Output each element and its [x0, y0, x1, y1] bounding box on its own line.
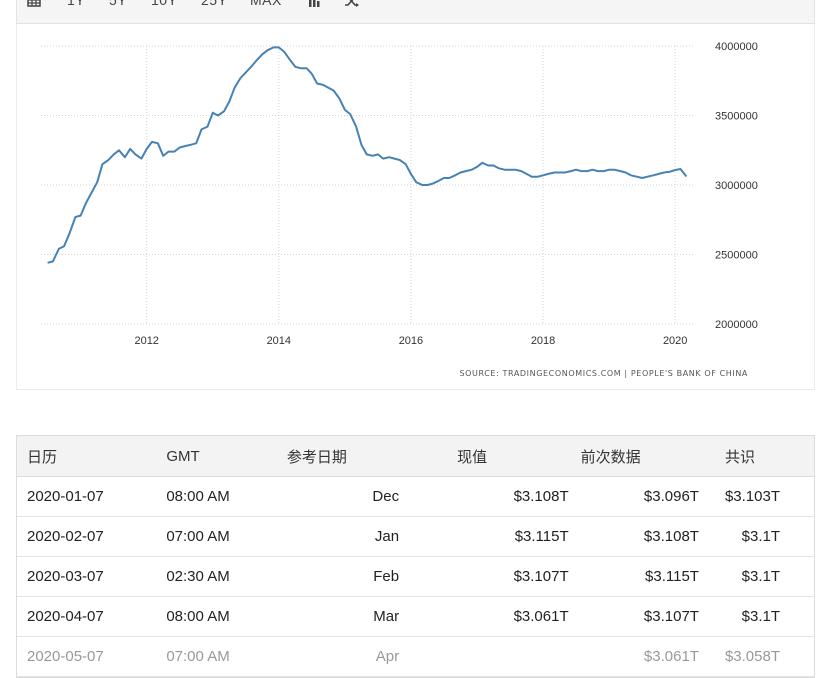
- x-tick-label: 2016: [399, 335, 423, 347]
- table-row: 2020-04-07 08:00 AM Mar $3.061T $3.107T …: [17, 596, 814, 637]
- table-icon[interactable]: [27, 0, 41, 13]
- table-row: 2020-05-07 07:00 AM Apr $3.061T $3.058T: [17, 636, 814, 677]
- calendar-table: 日历 GMT 参考日期 现值 前次数据 共识 2020-01-07 08:00 …: [16, 435, 815, 678]
- range-max-button[interactable]: MAX: [250, 0, 282, 8]
- cell-reference: Feb: [286, 556, 458, 597]
- header-actual: 现值: [457, 436, 581, 477]
- cell-actual: $3.115T: [457, 516, 581, 557]
- cell-gmt: 08:00 AM: [166, 596, 287, 637]
- cell-date: 2020-04-07: [17, 596, 167, 637]
- chart-toolbar: 1Y 5Y 10Y 25Y MAX: [16, 0, 815, 24]
- bar-chart-icon[interactable]: [307, 0, 321, 13]
- cell-date: 2020-05-07: [17, 636, 167, 677]
- range-25y-button[interactable]: 25Y: [201, 0, 227, 8]
- cell-reference: Jan: [286, 516, 458, 557]
- cell-consensus: $3.1T: [724, 556, 814, 597]
- cell-consensus: $3.103T: [724, 476, 814, 517]
- cell-previous: $3.107T: [580, 596, 725, 637]
- cell-previous: $3.115T: [580, 556, 725, 597]
- table-row: 2020-02-07 07:00 AM Jan $3.115T $3.108T …: [17, 516, 814, 557]
- line-chart: 4000000 3500000 3000000 2500000 2000000 2012 2…: [41, 41, 758, 347]
- chart-source: SOURCE: TRADINGECONOMICS.COM | PEOPLE'S …: [459, 369, 748, 378]
- y-tick-label: 3500000: [715, 111, 758, 123]
- cell-date: 2020-03-07: [17, 556, 167, 597]
- cell-date: 2020-01-07: [17, 476, 167, 517]
- y-tick-label: 2500000: [715, 250, 758, 262]
- cell-consensus: $3.1T: [724, 596, 814, 637]
- y-tick-label: 2000000: [715, 319, 758, 331]
- cell-actual: $3.061T: [457, 596, 581, 637]
- header-gmt: GMT: [166, 436, 287, 477]
- shuffle-icon[interactable]: [344, 0, 360, 13]
- cell-previous: $3.096T: [580, 476, 725, 517]
- header-consensus: 共识: [724, 436, 814, 477]
- header-reference: 参考日期: [286, 436, 458, 477]
- y-tick-label: 3000000: [715, 180, 758, 192]
- cell-reference: Mar: [286, 596, 458, 637]
- cell-consensus: $3.058T: [724, 636, 814, 677]
- cell-reference: Apr: [286, 636, 458, 677]
- chart-panel: 4000000 3500000 3000000 2500000 2000000 2012 2…: [16, 24, 815, 390]
- cell-gmt: 02:30 AM: [166, 556, 287, 597]
- range-5y-button[interactable]: 5Y: [109, 0, 127, 8]
- range-1y-button[interactable]: 1Y: [67, 0, 85, 8]
- range-10y-button[interactable]: 10Y: [151, 0, 177, 8]
- cell-gmt: 07:00 AM: [166, 636, 287, 677]
- table-header-row: 日历 GMT 参考日期 现值 前次数据 共识: [17, 436, 814, 477]
- cell-reference: Dec: [286, 476, 458, 517]
- cell-previous: $3.108T: [580, 516, 725, 557]
- x-tick-label: 2014: [267, 335, 291, 347]
- cell-actual: $3.107T: [457, 556, 581, 597]
- cell-gmt: 07:00 AM: [166, 516, 287, 557]
- header-previous: 前次数据: [580, 436, 725, 477]
- x-tick-label: 2018: [531, 335, 555, 347]
- table-row: 2020-03-07 02:30 AM Feb $3.107T $3.115T …: [17, 556, 814, 597]
- y-tick-label: 4000000: [715, 41, 758, 53]
- cell-consensus: $3.1T: [724, 516, 814, 557]
- table-row: 2020-01-07 08:00 AM Dec $3.108T $3.096T …: [17, 476, 814, 517]
- cell-actual: [457, 636, 581, 677]
- x-tick-label: 2020: [663, 335, 687, 347]
- cell-previous: $3.061T: [580, 636, 725, 677]
- cell-actual: $3.108T: [457, 476, 581, 517]
- series-line: [47, 46, 688, 264]
- cell-gmt: 08:00 AM: [166, 476, 287, 517]
- header-calendar: 日历: [17, 436, 167, 477]
- cell-date: 2020-02-07: [17, 516, 167, 557]
- x-tick-label: 2012: [134, 335, 158, 347]
